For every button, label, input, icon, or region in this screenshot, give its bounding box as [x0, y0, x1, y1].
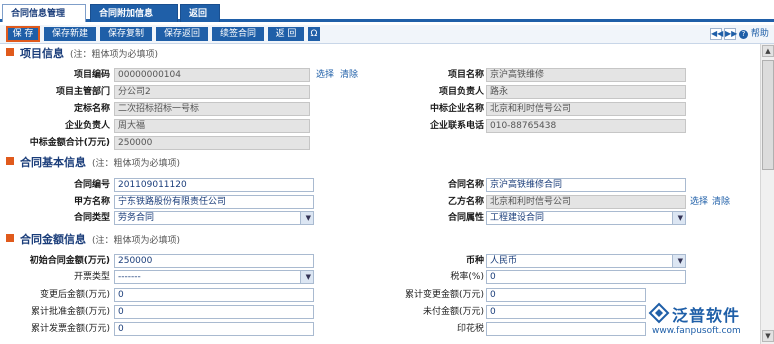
- section-title: 项目信息: [20, 47, 64, 60]
- initial-amount-input[interactable]: 250000: [114, 254, 314, 268]
- chevron-down-icon: ▼: [677, 257, 683, 265]
- chevron-down-icon: ▼: [677, 214, 683, 222]
- party-a-label: 甲方名称: [73, 197, 110, 207]
- save-copy-button[interactable]: 保存复制: [100, 27, 152, 41]
- tax-rate-input[interactable]: 0: [486, 270, 686, 284]
- contract-no-input[interactable]: 201109011120: [114, 178, 314, 192]
- contract-attr-label: 合同属性: [447, 213, 484, 223]
- approved-amount-input[interactable]: 0: [114, 305, 314, 319]
- project-clear-link[interactable]: 清除: [340, 68, 358, 82]
- stamp-tax-input[interactable]: [486, 322, 646, 336]
- back-button[interactable]: 返 回: [268, 27, 304, 41]
- corp-phone-label: 企业联系电话: [429, 121, 484, 131]
- project-select-link[interactable]: 选择: [316, 68, 334, 82]
- tax-rate-label: 税率(%): [450, 272, 484, 282]
- party-b-field: 北京和利时信号公司: [486, 195, 686, 209]
- project-code-label: 项目编码: [73, 70, 110, 80]
- party-b-clear-link[interactable]: 清除: [712, 195, 730, 209]
- watermark-name: 泛普软件: [672, 306, 741, 325]
- invoiced-amount-input[interactable]: 0: [114, 322, 314, 336]
- corp-phone-field: 010-88765438: [486, 119, 686, 133]
- project-manager-field: 路永: [486, 85, 686, 99]
- currency-value: 人民币: [490, 256, 518, 266]
- invoice-type-select[interactable]: ------- ▼: [114, 270, 314, 284]
- help-link[interactable]: ? 帮助: [739, 28, 769, 40]
- project-name-field: 京沪高铁维修: [486, 68, 686, 82]
- tab-back[interactable]: 返回: [180, 4, 220, 22]
- changed-amount-label: 变更后金额(万元): [39, 290, 110, 300]
- bid-name-field: 二次招标招标一号标: [114, 102, 310, 116]
- help-icon: ?: [739, 30, 748, 39]
- invoiced-amount-label: 累计发票金额(万元): [30, 324, 110, 334]
- section-title: 合同金额信息: [20, 233, 86, 246]
- section-marker-icon: [6, 48, 14, 56]
- tab-contract-info[interactable]: 合同信息管理: [2, 4, 86, 22]
- contract-type-value: 劳务合同: [118, 213, 155, 223]
- chevron-down-icon: ▼: [305, 273, 311, 281]
- contract-type-label: 合同类型: [73, 213, 110, 223]
- tab-bar: 合同信息管理 合同附加信息 返回: [0, 0, 774, 22]
- renew-contract-button[interactable]: 续签合同: [212, 27, 264, 41]
- corp-manager-label: 企业负责人: [64, 121, 110, 131]
- changed-amount-input[interactable]: 0: [114, 288, 314, 302]
- bid-name-label: 定标名称: [73, 104, 110, 114]
- brand-logo-icon: [648, 302, 670, 324]
- project-code-field: 00000000104: [114, 68, 310, 82]
- party-b-label: 乙方名称: [447, 197, 484, 207]
- contract-attr-value: 工程建设合同: [490, 213, 545, 223]
- next-icon[interactable]: ▶▶: [724, 28, 737, 40]
- watermark-url: www.fanpusoft.com: [652, 326, 741, 336]
- save-return-button[interactable]: 保存返回: [156, 27, 208, 41]
- approved-amount-label: 累计批准金额(万元): [30, 307, 110, 317]
- contract-attr-select[interactable]: 工程建设合同 ▼: [486, 211, 686, 225]
- section-title: 合同基本信息: [20, 156, 86, 169]
- cumulative-change-input[interactable]: 0: [486, 288, 646, 302]
- toolbar: 保 存 保存新建 保存复制 保存返回 续签合同 返 回 Ω ◀◀ ▶▶ ? 帮助: [0, 25, 774, 44]
- tab-contract-extra[interactable]: 合同附加信息: [90, 4, 178, 22]
- previous-icon[interactable]: ◀◀: [710, 28, 723, 40]
- invoice-type-label: 开票类型: [73, 272, 110, 282]
- currency-label: 币种: [465, 256, 484, 266]
- save-new-button[interactable]: 保存新建: [44, 27, 96, 41]
- scroll-up-icon[interactable]: ▲: [762, 45, 774, 57]
- contract-no-label: 合同编号: [73, 180, 110, 190]
- party-b-select-link[interactable]: 选择: [690, 195, 708, 209]
- bid-total-field: 250000: [114, 136, 310, 150]
- project-dept-field: 分公司2: [114, 85, 310, 99]
- party-a-input[interactable]: 宁东铁路股份有限责任公司: [114, 195, 314, 209]
- omega-button[interactable]: Ω: [308, 27, 320, 41]
- section-contract-basic: 合同基本信息 (注：粗体项为必填项): [6, 154, 180, 170]
- vertical-scrollbar[interactable]: ▲ ▼: [760, 44, 774, 344]
- section-marker-icon: [6, 157, 14, 165]
- winner-name-label: 中标企业名称: [429, 104, 484, 114]
- save-button[interactable]: 保 存: [6, 26, 40, 42]
- section-project-info: 项目信息 (注：粗体项为必填项): [6, 45, 158, 61]
- stamp-tax-label: 印花税: [456, 324, 484, 334]
- bid-total-label: 中标金额合计(万元): [29, 138, 110, 148]
- contract-type-select[interactable]: 劳务合同 ▼: [114, 211, 314, 225]
- section-marker-icon: [6, 234, 14, 242]
- initial-amount-label: 初始合同金额(万元): [29, 256, 110, 266]
- scroll-down-icon[interactable]: ▼: [762, 330, 774, 342]
- watermark: 泛普软件 www.fanpusoft.com: [648, 300, 760, 340]
- winner-name-field: 北京和利时信号公司: [486, 102, 686, 116]
- section-note: (注：粗体项为必填项): [92, 235, 181, 246]
- help-label: 帮助: [750, 29, 769, 39]
- corp-manager-field: 周大福: [114, 119, 310, 133]
- contract-name-input[interactable]: 京沪高铁维修合同: [486, 178, 686, 192]
- section-contract-amount: 合同金额信息 (注：粗体项为必填项): [6, 231, 180, 247]
- section-note: (注：粗体项为必填项): [70, 49, 159, 60]
- invoice-type-value: -------: [118, 272, 141, 282]
- section-note: (注：粗体项为必填项): [92, 158, 181, 169]
- project-manager-label: 项目负责人: [438, 87, 484, 97]
- chevron-down-icon: ▼: [305, 214, 311, 222]
- unpaid-amount-input[interactable]: 0: [486, 305, 646, 319]
- contract-name-label: 合同名称: [447, 180, 484, 190]
- currency-select[interactable]: 人民币 ▼: [486, 254, 686, 268]
- scroll-thumb[interactable]: [762, 60, 774, 170]
- unpaid-amount-label: 未付金额(万元): [422, 307, 484, 317]
- project-dept-label: 项目主管部门: [55, 87, 110, 97]
- project-name-label: 项目名称: [447, 70, 484, 80]
- cumulative-change-label: 累计变更金额(万元): [404, 290, 484, 300]
